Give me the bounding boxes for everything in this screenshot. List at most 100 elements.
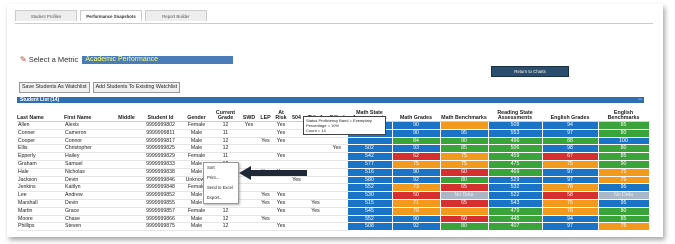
score-cell[interactable]: 95 bbox=[439, 128, 489, 138]
return-to-charts-button[interactable]: Return to Charts bbox=[491, 66, 569, 77]
score-cell[interactable]: 50 bbox=[391, 191, 441, 200]
column-header[interactable]: Math Grades bbox=[392, 103, 440, 122]
menu-item-send-to-excel[interactable]: Send to Excel bbox=[204, 183, 238, 193]
score-cell[interactable]: 508 bbox=[346, 222, 393, 232]
score-cell[interactable]: 459 bbox=[487, 152, 543, 161]
score-cell[interactable]: 475 bbox=[487, 159, 543, 169]
save-watchlist-button[interactable]: Save Students As Watchlist bbox=[19, 82, 90, 93]
score-cell[interactable]: 71 bbox=[391, 198, 441, 208]
score-cell[interactable]: 407 bbox=[487, 222, 543, 232]
score-cell[interactable]: 80 bbox=[597, 144, 650, 154]
score-cell[interactable] bbox=[439, 206, 489, 216]
column-header[interactable]: First Name bbox=[64, 103, 114, 122]
score-cell[interactable]: 516 bbox=[346, 167, 393, 177]
score-cell[interactable] bbox=[439, 121, 489, 130]
score-cell[interactable]: 65 bbox=[439, 183, 489, 193]
score-cell[interactable]: 75 bbox=[541, 159, 599, 169]
table-row[interactable]: Ellis Christopher 9999999825 Male 12 Yes 502 93… bbox=[17, 144, 650, 154]
score-cell[interactable]: 479 bbox=[487, 206, 543, 216]
score-cell[interactable]: 545 bbox=[346, 206, 393, 216]
score-cell[interactable]: 88 bbox=[541, 136, 599, 146]
score-cell[interactable]: 90 bbox=[597, 159, 650, 169]
score-cell[interactable]: 85 bbox=[597, 121, 650, 130]
score-cell[interactable]: 92 bbox=[391, 175, 441, 185]
score-cell[interactable]: 97 bbox=[541, 128, 599, 138]
add-to-watchlist-button[interactable]: Add Students To Existing Watchlist bbox=[92, 82, 181, 93]
table-row[interactable]: JacksonDevin9999999846Unknown12Yes580928… bbox=[17, 175, 650, 185]
score-cell[interactable]: 90 bbox=[391, 214, 441, 224]
score-cell[interactable]: 58 bbox=[541, 191, 599, 200]
tab-report-builder[interactable]: Report Builder bbox=[145, 10, 207, 21]
score-cell[interactable]: 552 bbox=[346, 214, 393, 224]
score-cell[interactable]: No Data bbox=[439, 191, 489, 200]
table-row[interactable]: Cooper Connor 9999999817 Male 12 Yes Yes 84 90 49… bbox=[17, 136, 650, 146]
score-cell[interactable]: 75 bbox=[597, 222, 650, 232]
score-cell[interactable]: 577 bbox=[346, 159, 393, 169]
score-cell[interactable]: 65 bbox=[439, 198, 489, 208]
score-cell[interactable]: 60 bbox=[439, 167, 489, 177]
score-cell[interactable]: 94 bbox=[541, 121, 599, 130]
score-cell[interactable]: 75 bbox=[439, 152, 489, 161]
score-cell[interactable]: 542 bbox=[346, 152, 393, 161]
score-cell[interactable] bbox=[346, 136, 393, 146]
score-cell[interactable]: 97 bbox=[541, 175, 599, 185]
score-cell[interactable]: 469 bbox=[487, 167, 543, 177]
score-cell[interactable]: 502 bbox=[346, 144, 393, 154]
score-cell[interactable]: 580 bbox=[346, 175, 393, 185]
column-header[interactable]: Middle bbox=[114, 103, 139, 122]
score-cell[interactable]: 90 bbox=[391, 167, 441, 177]
score-cell[interactable]: 62 bbox=[391, 152, 441, 161]
column-header[interactable]: At Risk bbox=[273, 103, 289, 122]
score-cell[interactable]: 95 bbox=[597, 183, 650, 193]
score-cell[interactable]: 75 bbox=[541, 198, 599, 208]
score-cell[interactable]: 95 bbox=[597, 198, 650, 208]
score-cell[interactable]: 90 bbox=[439, 136, 489, 146]
score-cell[interactable]: 85 bbox=[439, 144, 489, 154]
menu-item-export[interactable]: Export... bbox=[204, 193, 238, 203]
table-row[interactable]: LeeAndrew9999999852Male12YesYes53050No D… bbox=[17, 191, 650, 200]
score-cell[interactable]: 529 bbox=[487, 175, 543, 185]
score-cell[interactable]: 80 bbox=[439, 222, 489, 232]
score-cell[interactable]: 85 bbox=[597, 214, 650, 224]
score-cell[interactable]: 496 bbox=[487, 136, 543, 146]
score-cell[interactable]: 515 bbox=[346, 198, 393, 208]
column-header[interactable]: Current Grade bbox=[211, 103, 240, 122]
score-cell[interactable]: 78 bbox=[541, 183, 599, 193]
column-header[interactable]: Math Benchmarks bbox=[440, 103, 488, 122]
score-cell[interactable]: 80 bbox=[439, 175, 489, 185]
score-cell[interactable]: 60 bbox=[439, 214, 489, 224]
score-cell[interactable]: 90 bbox=[391, 121, 441, 130]
score-cell[interactable]: 532 bbox=[487, 183, 543, 193]
score-cell[interactable]: 530 bbox=[346, 191, 393, 200]
score-cell[interactable]: 92 bbox=[391, 222, 441, 232]
metric-select[interactable]: Academic Performance bbox=[82, 55, 234, 64]
score-cell[interactable]: 75 bbox=[597, 167, 650, 177]
table-row[interactable]: JenkinsKaitlyn9999999848Female1255273655… bbox=[17, 183, 650, 193]
column-header[interactable]: English Benchmarks bbox=[598, 103, 649, 122]
column-header[interactable]: SWD bbox=[240, 103, 258, 122]
score-cell[interactable]: 70 bbox=[391, 206, 441, 216]
column-header[interactable]: Student Id bbox=[139, 103, 182, 122]
score-cell[interactable]: 85 bbox=[597, 152, 650, 161]
score-cell[interactable]: 97 bbox=[541, 167, 599, 177]
score-cell[interactable]: 97 bbox=[541, 222, 599, 232]
score-cell[interactable]: 552 bbox=[346, 183, 393, 193]
score-cell[interactable]: 75 bbox=[597, 175, 650, 185]
column-header[interactable]: 504 bbox=[289, 103, 304, 122]
score-cell[interactable]: 80 bbox=[597, 206, 650, 216]
score-cell[interactable]: 84 bbox=[391, 136, 441, 146]
score-cell[interactable]: 73 bbox=[391, 183, 441, 193]
score-cell[interactable]: 553 bbox=[487, 128, 543, 138]
score-cell[interactable]: 445 bbox=[487, 214, 543, 224]
score-cell[interactable]: 94 bbox=[541, 214, 599, 224]
menu-item-print[interactable]: Print... bbox=[204, 173, 238, 183]
score-cell[interactable]: No Data bbox=[597, 191, 650, 200]
score-cell[interactable]: 100 bbox=[597, 136, 650, 146]
score-cell[interactable]: 75 bbox=[439, 159, 489, 169]
score-cell[interactable]: 80 bbox=[597, 128, 650, 138]
table-row[interactable]: HaleNicholas9999999838Male12YesYes516906… bbox=[17, 167, 650, 177]
score-cell[interactable]: 90 bbox=[391, 128, 441, 138]
table-row[interactable]: Epperly Hailey 9999999829 Female 11 Yes 542 62 7… bbox=[17, 152, 650, 161]
column-header[interactable]: Gender bbox=[182, 103, 211, 122]
table-row[interactable]: Moore Chase 9999999866 Male 12 Yes 552 90 60 445 9… bbox=[17, 214, 650, 224]
